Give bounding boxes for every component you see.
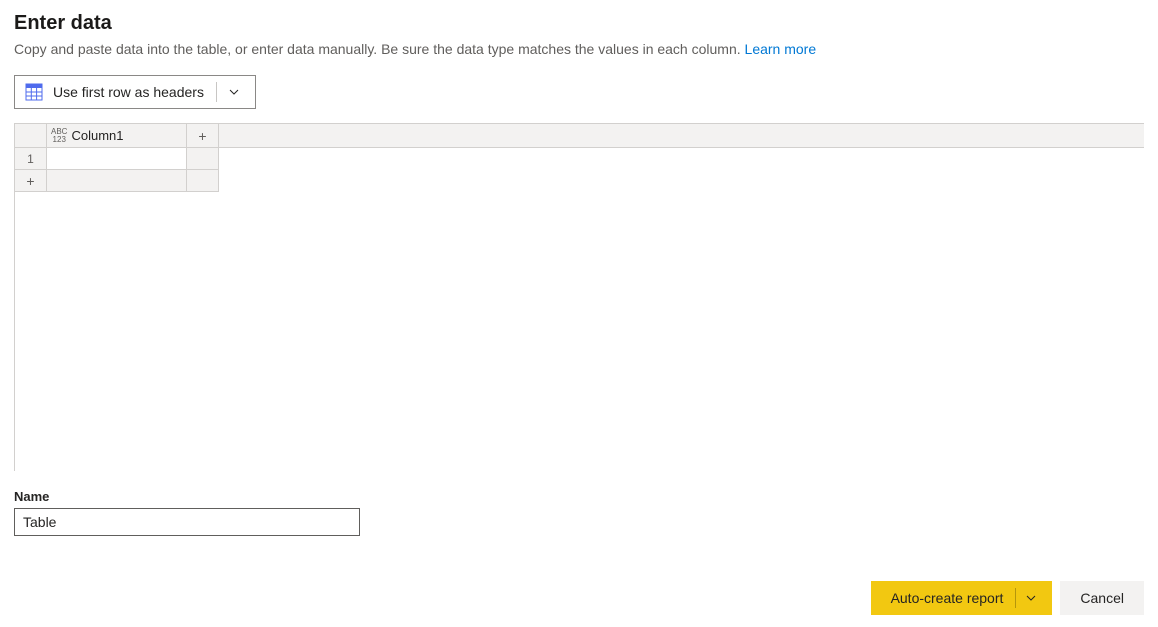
learn-more-link[interactable]: Learn more — [745, 41, 817, 57]
cancel-button[interactable]: Cancel — [1060, 581, 1144, 615]
name-section: Name — [14, 489, 1144, 536]
datatype-abc123-icon: ABC 123 — [51, 128, 67, 144]
name-label: Name — [14, 489, 1144, 504]
table-icon — [25, 83, 43, 101]
subtitle-text: Copy and paste data into the table, or e… — [14, 41, 745, 57]
row-number-cell: 1 — [15, 148, 47, 170]
add-column-button[interactable]: + — [187, 124, 219, 148]
page-title: Enter data — [14, 12, 1144, 35]
use-first-row-as-headers-button[interactable]: Use first row as headers — [14, 75, 256, 109]
grid-corner-cell — [15, 124, 47, 148]
auto-create-report-dropdown[interactable] — [1018, 581, 1044, 615]
chevron-down-icon — [1025, 592, 1037, 604]
add-row-button[interactable]: + — [15, 170, 47, 192]
use-first-row-label: Use first row as headers — [53, 84, 204, 100]
add-row: + — [15, 170, 1144, 192]
toolbar: Use first row as headers — [14, 75, 1144, 109]
add-row-cell — [47, 170, 187, 192]
footer: Auto-create report Cancel — [871, 581, 1144, 615]
button-divider — [1015, 588, 1016, 608]
column-header[interactable]: ABC 123 Column1 — [47, 124, 187, 148]
data-grid: ABC 123 Column1 + 1 + — [14, 123, 1144, 471]
table-name-input[interactable] — [14, 508, 360, 536]
grid-header-filler — [219, 124, 1144, 148]
grid-header-row: ABC 123 Column1 + — [15, 124, 1144, 148]
grid-cell[interactable] — [47, 148, 187, 170]
chevron-down-icon — [228, 86, 240, 98]
use-first-row-dropdown[interactable] — [221, 76, 247, 108]
grid-row-end — [187, 148, 219, 170]
button-divider — [216, 82, 217, 102]
page-subtitle: Copy and paste data into the table, or e… — [14, 41, 1144, 57]
auto-create-report-label: Auto-create report — [891, 590, 1004, 606]
add-row-end — [187, 170, 219, 192]
column-header-label: Column1 — [71, 128, 123, 143]
grid-data-row: 1 — [15, 148, 1144, 170]
auto-create-report-button[interactable]: Auto-create report — [871, 581, 1053, 615]
